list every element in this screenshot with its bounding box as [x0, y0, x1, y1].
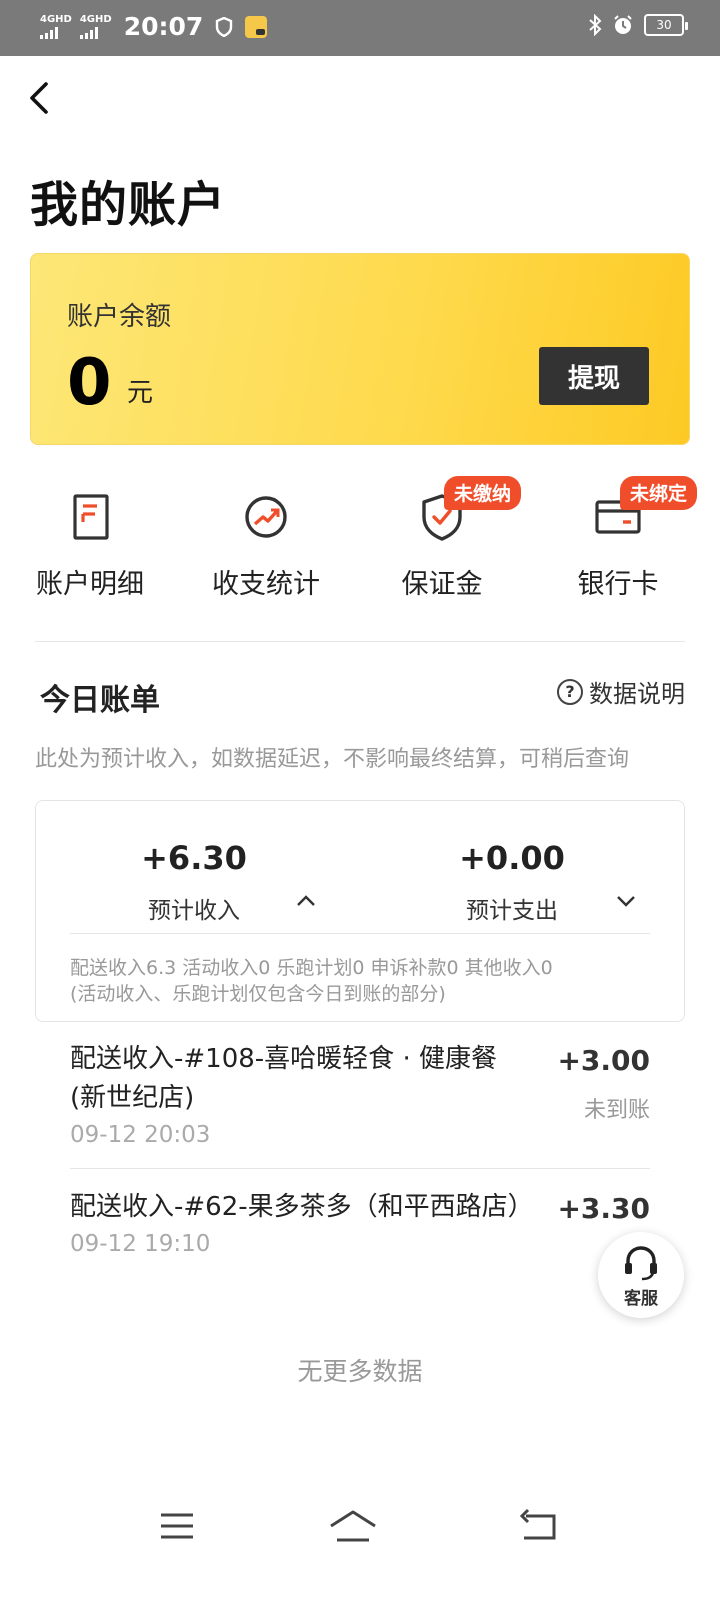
- home-icon[interactable]: [328, 1506, 378, 1546]
- no-more-data: 无更多数据: [297, 1357, 423, 1386]
- page-title: 我的账户: [30, 177, 227, 233]
- notice-text: 此处为预计收入，如数据延迟，不影响最终结算，可稍后查询: [35, 747, 630, 772]
- customer-service-label: 客服: [624, 1289, 658, 1309]
- clock: 20:07: [123, 12, 204, 41]
- action-label: 收支统计: [212, 569, 320, 600]
- record-status: 未到账: [583, 1098, 650, 1123]
- data-explain-link[interactable]: ? 数据说明: [557, 674, 685, 709]
- income-summary[interactable]: +6.30 预计收入: [94, 839, 294, 925]
- list-item[interactable]: 配送收入-#108-喜哈暖轻食 · 健康餐(新世纪店) 09-12 20:03 …: [70, 1040, 650, 1148]
- signal-icon-sim2: 4GHD: [79, 13, 112, 39]
- balance-card: 账户余额 0 元 提现: [30, 253, 690, 445]
- income-label: 预计收入: [148, 898, 240, 924]
- status-badge: 未绑定: [620, 476, 698, 510]
- breakdown-line: 配送收入6.3 活动收入0 乐跑计划0 申诉补款0 其他收入0: [70, 957, 553, 979]
- record-title: 配送收入-#62-果多茶多（和平西路店）: [70, 1192, 534, 1222]
- balance-value: 0: [67, 346, 112, 420]
- chevron-up-icon[interactable]: [294, 893, 318, 909]
- today-bill-title: 今日账单: [40, 683, 160, 718]
- record-title: 配送收入-#108-喜哈暖轻食 · 健康餐(新世纪店): [70, 1044, 497, 1113]
- back-nav-icon[interactable]: [514, 1506, 564, 1546]
- status-bar: 4GHD 4GHD 20:07 30: [0, 0, 720, 56]
- network-type-label: 4GHD: [40, 13, 72, 25]
- signal-icon-sim1: 4GHD: [40, 13, 72, 39]
- list-item[interactable]: 配送收入-#62-果多茶多（和平西路店） 09-12 19:10 +3.30 未…: [70, 1188, 650, 1271]
- expense-label: 预计支出: [466, 898, 558, 924]
- document-icon: [73, 494, 109, 540]
- battery-level: 30: [656, 18, 672, 32]
- alarm-icon: [614, 15, 632, 34]
- summary-divider: [70, 933, 650, 934]
- record-time: 09-12 19:10: [70, 1231, 211, 1257]
- menu-icon[interactable]: [152, 1506, 202, 1546]
- income-value: +6.30: [141, 839, 247, 877]
- balance-label: 账户余额: [67, 302, 172, 332]
- status-bar-left: 4GHD 4GHD 20:07: [40, 12, 268, 41]
- action-account-details[interactable]: 账户明细: [0, 470, 180, 610]
- withdraw-button[interactable]: 提现: [539, 347, 649, 405]
- expense-summary[interactable]: +0.00 预计支出: [412, 839, 612, 925]
- action-deposit[interactable]: 保证金 未缴纳: [352, 470, 532, 610]
- section-divider: [35, 641, 685, 642]
- income-breakdown: 配送收入6.3 活动收入0 乐跑计划0 申诉补款0 其他收入0 (活动收入、乐跑…: [70, 955, 553, 1007]
- system-nav-bar: [0, 1490, 720, 1570]
- status-badge: 未缴纳: [444, 476, 522, 510]
- balance-unit: 元: [127, 378, 154, 408]
- headset-icon: [625, 1246, 657, 1281]
- back-arrow-icon[interactable]: [20, 76, 60, 120]
- trend-chart-icon: [245, 496, 287, 538]
- record-amount: +3.30: [557, 1192, 650, 1225]
- bluetooth-icon: [589, 14, 602, 36]
- customer-service-button[interactable]: 客服: [598, 1232, 684, 1318]
- network-type-label: 4GHD: [79, 13, 112, 25]
- question-icon: ?: [557, 678, 583, 705]
- status-bar-right: 30: [588, 14, 688, 36]
- action-income-stats[interactable]: 收支统计: [176, 470, 356, 610]
- expense-value: +0.00: [459, 839, 565, 877]
- quick-actions: 账户明细 收支统计 保证金 未缴纳 银行卡 未绑定: [0, 470, 720, 610]
- record-amount: +3.00: [557, 1044, 650, 1077]
- action-bank-card[interactable]: 银行卡 未绑定: [528, 470, 708, 610]
- action-label: 保证金: [401, 569, 483, 600]
- list-divider: [70, 1168, 650, 1169]
- app-notification-icon: [245, 15, 268, 38]
- data-explain-label: 数据说明: [589, 680, 685, 708]
- battery-icon: 30: [644, 14, 688, 36]
- record-time: 09-12 20:03: [70, 1122, 211, 1148]
- action-label: 银行卡: [577, 569, 659, 600]
- shield-notification-icon: [216, 16, 233, 37]
- action-label: 账户明细: [36, 569, 144, 600]
- chevron-down-icon[interactable]: [614, 893, 638, 909]
- summary-card: +6.30 预计收入 +0.00 预计支出 配送收入6.3 活动收入0 乐跑计划…: [35, 800, 685, 1022]
- breakdown-note: (活动收入、乐跑计划仅包含今日到账的部分): [70, 983, 446, 1005]
